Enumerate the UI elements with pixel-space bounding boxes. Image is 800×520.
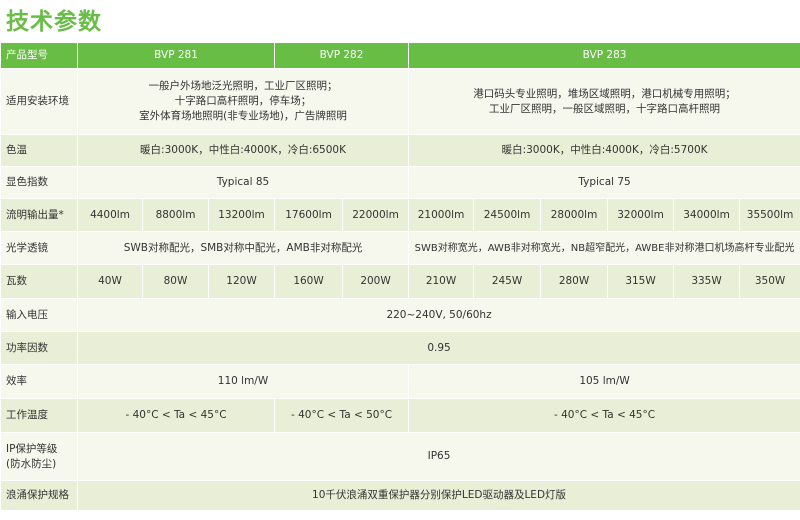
flux-cell: 34000lm <box>673 198 741 232</box>
env-line: 工业厂区照明，一般区域照明，十字路口高杆照明 <box>489 102 721 115</box>
model-bvp282: BVP 282 <box>274 42 410 69</box>
model-bvp281: BVP 281 <box>76 42 276 69</box>
flux-cell: 8800lm <box>142 198 209 232</box>
env-bvp281-282: 一般户外场地泛光照明，工业厂区照明； 十字路口高杆照明，停车场； 室外体育场地照… <box>76 68 410 135</box>
row-label: 适用安装环境 <box>0 68 78 135</box>
watt-cell: 210W <box>408 264 475 299</box>
surge-value: 10千伏浪涌双重保护器分别保护LED驱动器及LED灯版 <box>76 480 800 511</box>
flux-cell: 13200lm <box>207 198 276 232</box>
watt-cell: 120W <box>207 264 276 299</box>
ip-label-line: IP保护等级 <box>6 442 58 455</box>
table-header-row: 产品型号 BVP 281 BVP 282 BVP 283 <box>0 42 800 69</box>
row-ip-rating: IP保护等级 (防水防尘) IP65 <box>0 432 800 481</box>
cri-bvp281-282: Typical 85 <box>76 166 410 199</box>
row-power-factor: 功率因数 0.95 <box>0 331 800 365</box>
row-label: 功率因数 <box>0 331 78 365</box>
flux-cell: 28000lm <box>540 198 609 232</box>
flux-cell: 21000lm <box>408 198 475 232</box>
cct-bvp281-282: 暖白:3000K，中性白:4000K，冷白:6500K <box>76 134 410 167</box>
flux-cell: 22000lm <box>342 198 410 232</box>
temp-bvp283: - 40°C < Ta < 45°C <box>408 398 800 433</box>
cct-bvp283: 暖白:3000K，中性白:4000K，冷白:5700K <box>408 134 800 167</box>
env-line: 一般户外场地泛光照明，工业厂区照明； <box>148 80 338 92</box>
row-label: 工作温度 <box>0 398 78 433</box>
row-color-temp: 色温 暖白:3000K，中性白:4000K，冷白:6500K 暖白:3000K，… <box>0 134 800 167</box>
model-bvp283: BVP 283 <box>408 42 800 69</box>
row-label: 显色指数 <box>0 166 78 199</box>
page-title: 技术参数 <box>6 9 102 35</box>
row-surge-protection: 浪涌保护规格 10千伏浪涌双重保护器分别保护LED驱动器及LED灯版 <box>0 480 800 511</box>
env-line: 室外体育场地照明(非专业场地)，广告牌照明 <box>139 110 347 122</box>
optic-bvp283: SWB对称宽光，AWB非对称宽光，NB超窄配光，AWBE非对称港口机场高杆专业配… <box>408 231 800 265</box>
flux-cell: 32000lm <box>607 198 675 232</box>
efficacy-bvp281-282: 110 lm/W <box>76 364 410 399</box>
flux-cell: 35500lm <box>739 198 800 232</box>
row-cri: 显色指数 Typical 85 Typical 75 <box>0 166 800 199</box>
flux-cell: 17600lm <box>274 198 344 232</box>
row-label: 浪涌保护规格 <box>0 480 78 511</box>
row-label: 瓦数 <box>0 264 78 299</box>
row-optics: 光学透镜 SWB对称配光，SMB对称中配光，AMB非对称配光 SWB对称宽光，A… <box>0 231 800 265</box>
flux-cell: 24500lm <box>473 198 542 232</box>
row-wattage: 瓦数 40W 80W 120W 160W 200W 210W 245W 280W… <box>0 264 800 299</box>
watt-cell: 315W <box>607 264 675 299</box>
ip-label-line: (防水防尘) <box>6 457 57 470</box>
watt-cell: 160W <box>274 264 344 299</box>
watt-cell: 350W <box>739 264 800 299</box>
cri-bvp283: Typical 75 <box>408 166 800 199</box>
env-line: 港口码头专业照明，堆场区域照明，港口机械专用照明； <box>473 87 736 100</box>
row-application: 适用安装环境 一般户外场地泛光照明，工业厂区照明； 十字路口高杆照明，停车场； … <box>0 68 800 135</box>
row-operating-temp: 工作温度 - 40°C < Ta < 45°C - 40°C < Ta < 50… <box>0 398 800 433</box>
watt-cell: 200W <box>342 264 410 299</box>
env-bvp283: 港口码头专业照明，堆场区域照明，港口机械专用照明； 工业厂区照明，一般区域照明，… <box>408 68 800 135</box>
row-label: 流明输出量* <box>0 198 78 232</box>
pf-value: 0.95 <box>76 331 800 365</box>
row-efficacy: 效率 110 lm/W 105 lm/W <box>0 364 800 399</box>
watt-cell: 80W <box>142 264 209 299</box>
ip-value: IP65 <box>76 432 800 481</box>
watt-cell: 280W <box>540 264 609 299</box>
optic-bvp281-282: SWB对称配光，SMB对称中配光，AMB非对称配光 <box>76 231 410 265</box>
temp-bvp282: - 40°C < Ta < 50°C <box>274 398 410 433</box>
spec-table: 产品型号 BVP 281 BVP 282 BVP 283 适用安装环境 一般户外… <box>0 42 800 511</box>
row-input-voltage: 输入电压 220~240V, 50/60hz <box>0 298 800 332</box>
watt-cell: 40W <box>77 264 143 299</box>
row-label: 色温 <box>0 134 78 167</box>
flux-cell: 4400lm <box>77 198 143 232</box>
row-label: 效率 <box>0 364 78 399</box>
row-label: IP保护等级 (防水防尘) <box>0 432 78 481</box>
watt-cell: 245W <box>473 264 542 299</box>
row-label: 光学透镜 <box>0 231 78 265</box>
row-lumen-output: 流明输出量* 4400lm 8800lm 13200lm 17600lm 220… <box>0 198 800 232</box>
watt-cell: 335W <box>673 264 741 299</box>
efficacy-bvp283: 105 lm/W <box>408 364 800 399</box>
env-line: 十字路口高杆照明，停车场； <box>174 95 312 107</box>
row-label: 输入电压 <box>0 298 78 332</box>
header-label: 产品型号 <box>0 42 78 69</box>
temp-bvp281: - 40°C < Ta < 45°C <box>76 398 276 433</box>
voltage-value: 220~240V, 50/60hz <box>76 298 800 332</box>
